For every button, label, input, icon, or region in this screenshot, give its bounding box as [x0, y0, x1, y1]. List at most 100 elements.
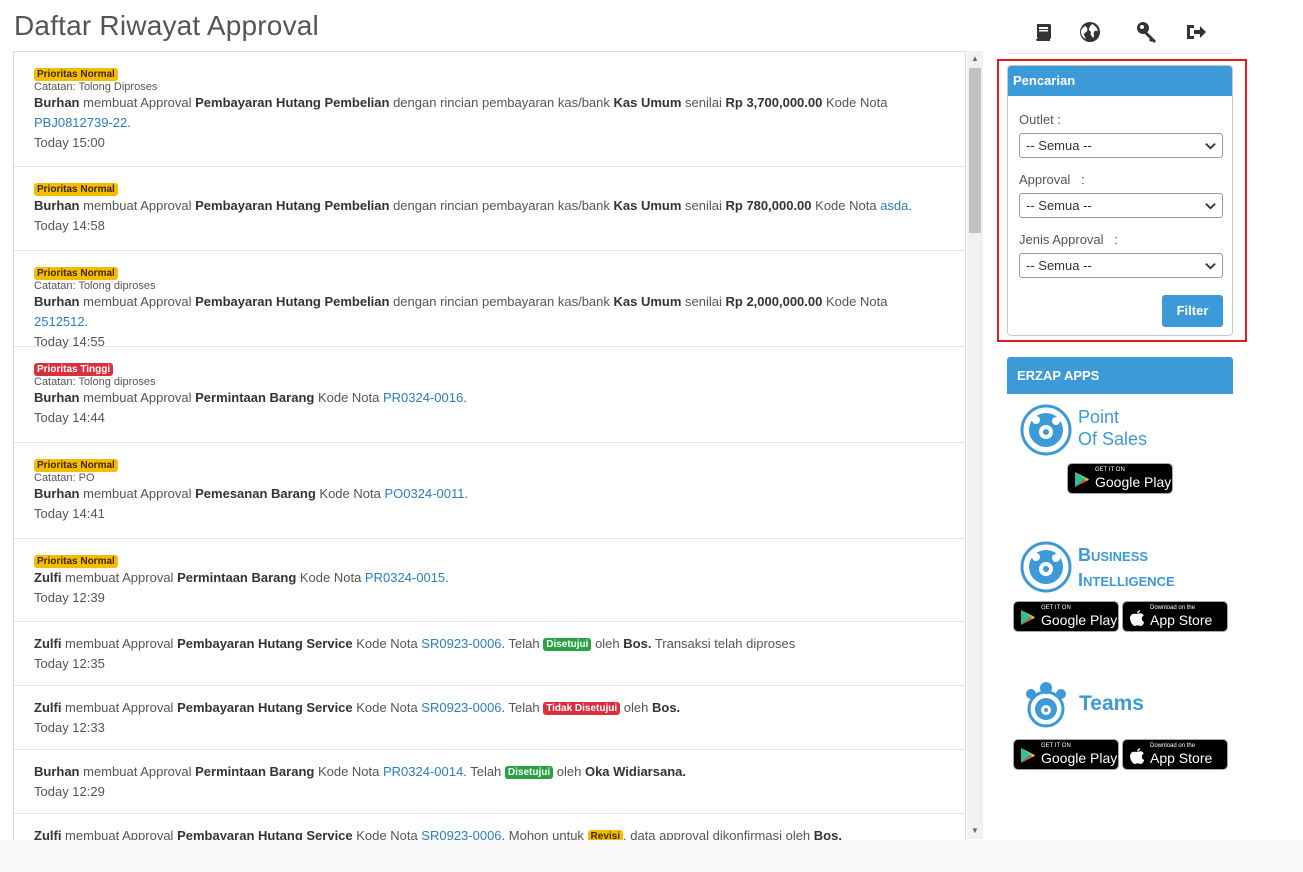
text-fragment: Transaksi telah diproses: [651, 636, 796, 651]
teams-app-store-badge[interactable]: Download on the App Store: [1122, 739, 1228, 770]
nota-code-link[interactable]: SR0923-0006: [421, 700, 501, 715]
approval-note: Catatan: PO: [34, 472, 95, 485]
highlight-frame: [997, 59, 1247, 342]
google-play-big-text: Google Play: [1041, 750, 1118, 766]
teams-name: Teams: [1079, 692, 1144, 715]
text-fragment: membuat Approval: [61, 636, 178, 651]
nota-code-link[interactable]: asda: [880, 198, 908, 213]
text-fragment: senilai: [681, 95, 726, 111]
pos-name-line1: Point: [1078, 407, 1120, 427]
globe-icon[interactable]: [1078, 20, 1102, 44]
business-intelligence-logo-icon: [1020, 541, 1072, 593]
text-fragment: membuat Approval: [79, 198, 196, 214]
approval-description: Zulfi membuat Approval Pembayaran Hutang…: [34, 698, 945, 718]
cash-account: Kas Umum: [613, 95, 682, 111]
scroll-thumb[interactable]: [969, 68, 981, 233]
approval-type: Pemesanan Barang: [195, 486, 316, 502]
scroll-up-arrow-icon[interactable]: ▲: [967, 51, 983, 67]
nota-code-link[interactable]: PR0324-0014: [383, 764, 463, 779]
approval-history-item: Prioritas Normal Catatan: PO Burhan membua…: [14, 443, 965, 539]
approval-type: Pembayaran Hutang Service: [177, 636, 353, 651]
teams-google-play-badge[interactable]: GET IT ON Google Play: [1013, 739, 1119, 770]
point-of-sales-logo-icon: [1020, 404, 1072, 456]
status-badge: Disetujui: [504, 766, 554, 780]
bi-app-store-badge[interactable]: Download on the App Store: [1122, 601, 1228, 632]
nota-code-link[interactable]: PBJ0812739-22: [34, 115, 127, 130]
text-fragment: membuat Approval: [79, 486, 196, 502]
approval-time: Today 15:00: [34, 135, 105, 151]
bi-google-play-badge[interactable]: GET IT ON Google Play: [1013, 601, 1119, 632]
priority-badge: Prioritas Normal: [34, 68, 118, 82]
status-badge: Tidak Disetujui: [543, 702, 621, 716]
app-store-big-text: App Store: [1150, 612, 1213, 628]
user-name: Zulfi: [34, 700, 62, 715]
priority-badge: Prioritas Normal: [34, 555, 118, 569]
approval-description: Burhan membuat Approval Permintaan Baran…: [34, 762, 945, 782]
cash-account: Kas Umum: [613, 198, 682, 214]
text-fragment: dengan rincian pembayaran kas/bank: [389, 95, 614, 111]
scroll-down-arrow-icon[interactable]: ▼: [967, 823, 983, 839]
apple-icon: [1130, 610, 1145, 626]
apple-icon: [1130, 748, 1145, 764]
text-fragment: .: [84, 314, 89, 330]
text-fragment: senilai: [681, 198, 726, 214]
text-fragment: oleh: [591, 636, 624, 651]
approval-time: Today 12:29: [34, 784, 105, 799]
top-toolbar: [1007, 14, 1233, 54]
amount: Rp 2,000,000.00: [725, 294, 823, 310]
page-title: Daftar Riwayat Approval: [14, 10, 319, 41]
bi-name-line2: Intelligence: [1078, 570, 1175, 590]
bottom-strip: [0, 840, 1303, 872]
text-fragment: membuat Approval: [79, 95, 196, 111]
approval-history-item: Prioritas Normal Catatan: Tolong diproses…: [14, 251, 965, 349]
google-play-small-text: GET IT ON: [1041, 743, 1071, 749]
approver-name: Bos.: [623, 636, 652, 651]
google-play-big-text: Google Play: [1041, 612, 1118, 628]
user-name: Zulfi: [34, 636, 62, 651]
google-play-small-text: GET IT ON: [1041, 605, 1071, 611]
app-store-small-text: Download on the: [1150, 743, 1196, 749]
text-fragment: dengan rincian pembayaran kas/bank: [389, 294, 614, 310]
approval-type: Pembayaran Hutang Pembelian: [195, 95, 390, 111]
text-fragment: Kode Nota: [296, 570, 365, 586]
sign-out-icon[interactable]: [1184, 20, 1208, 44]
google-play-icon: [1075, 472, 1089, 487]
text-fragment: Kode Nota: [822, 95, 888, 111]
approval-note: Catatan: Tolong Diproses: [34, 81, 158, 94]
approval-time: Today 14:44: [34, 410, 105, 426]
nota-code-link[interactable]: SR0923-0006: [421, 636, 501, 651]
amount: Rp 780,000.00: [725, 198, 812, 214]
text-fragment: Kode Nota: [352, 636, 422, 651]
nota-code-link[interactable]: PR0324-0016: [383, 390, 463, 405]
erzap-apps-title: ERZAP APPS: [1007, 357, 1233, 394]
text-fragment: membuat Approval: [79, 390, 196, 406]
approval-history-item: Prioritas Normal Catatan: Tolong Diproses…: [14, 52, 965, 167]
key-icon[interactable]: [1135, 20, 1159, 44]
app-store-big-text: App Store: [1150, 750, 1213, 766]
approval-time: Today 12:33: [34, 720, 105, 735]
approval-time: Today 14:41: [34, 506, 105, 522]
nota-code-link[interactable]: PO0324-0011: [384, 486, 464, 501]
approval-time: Today 12:35: [34, 656, 105, 671]
nota-code-link[interactable]: PR0324-0015: [365, 570, 445, 585]
pos-google-play-badge[interactable]: GET IT ON Google Play: [1067, 463, 1173, 494]
user-name: Burhan: [34, 198, 80, 214]
approval-history-item: Prioritas Normal Zulfi membuat Approval P…: [14, 539, 965, 622]
nota-code-link[interactable]: 2512512: [34, 314, 85, 329]
text-fragment: .: [127, 115, 131, 131]
approval-history-list: Prioritas Normal Catatan: Tolong Diproses…: [13, 51, 966, 851]
book-icon[interactable]: [1032, 20, 1056, 44]
priority-badge: Prioritas Tinggi: [34, 363, 114, 377]
app-store-small-text: Download on the: [1150, 605, 1196, 611]
approver-name: Bos.: [651, 700, 681, 715]
text-fragment: Kode Nota: [314, 764, 383, 779]
text-fragment: Kode Nota: [822, 294, 888, 310]
feed-scrollbar[interactable]: ▲ ▼: [967, 51, 983, 839]
text-fragment: . Telah: [501, 700, 544, 715]
approval-history-item: Zulfi membuat Approval Pembayaran Hutang…: [14, 686, 965, 750]
approval-note: Catatan: Tolong diproses: [34, 280, 156, 293]
user-name: Burhan: [34, 764, 80, 779]
user-name: Burhan: [34, 294, 80, 310]
bi-name-line1: Business: [1078, 545, 1149, 565]
text-fragment: .: [463, 390, 467, 406]
